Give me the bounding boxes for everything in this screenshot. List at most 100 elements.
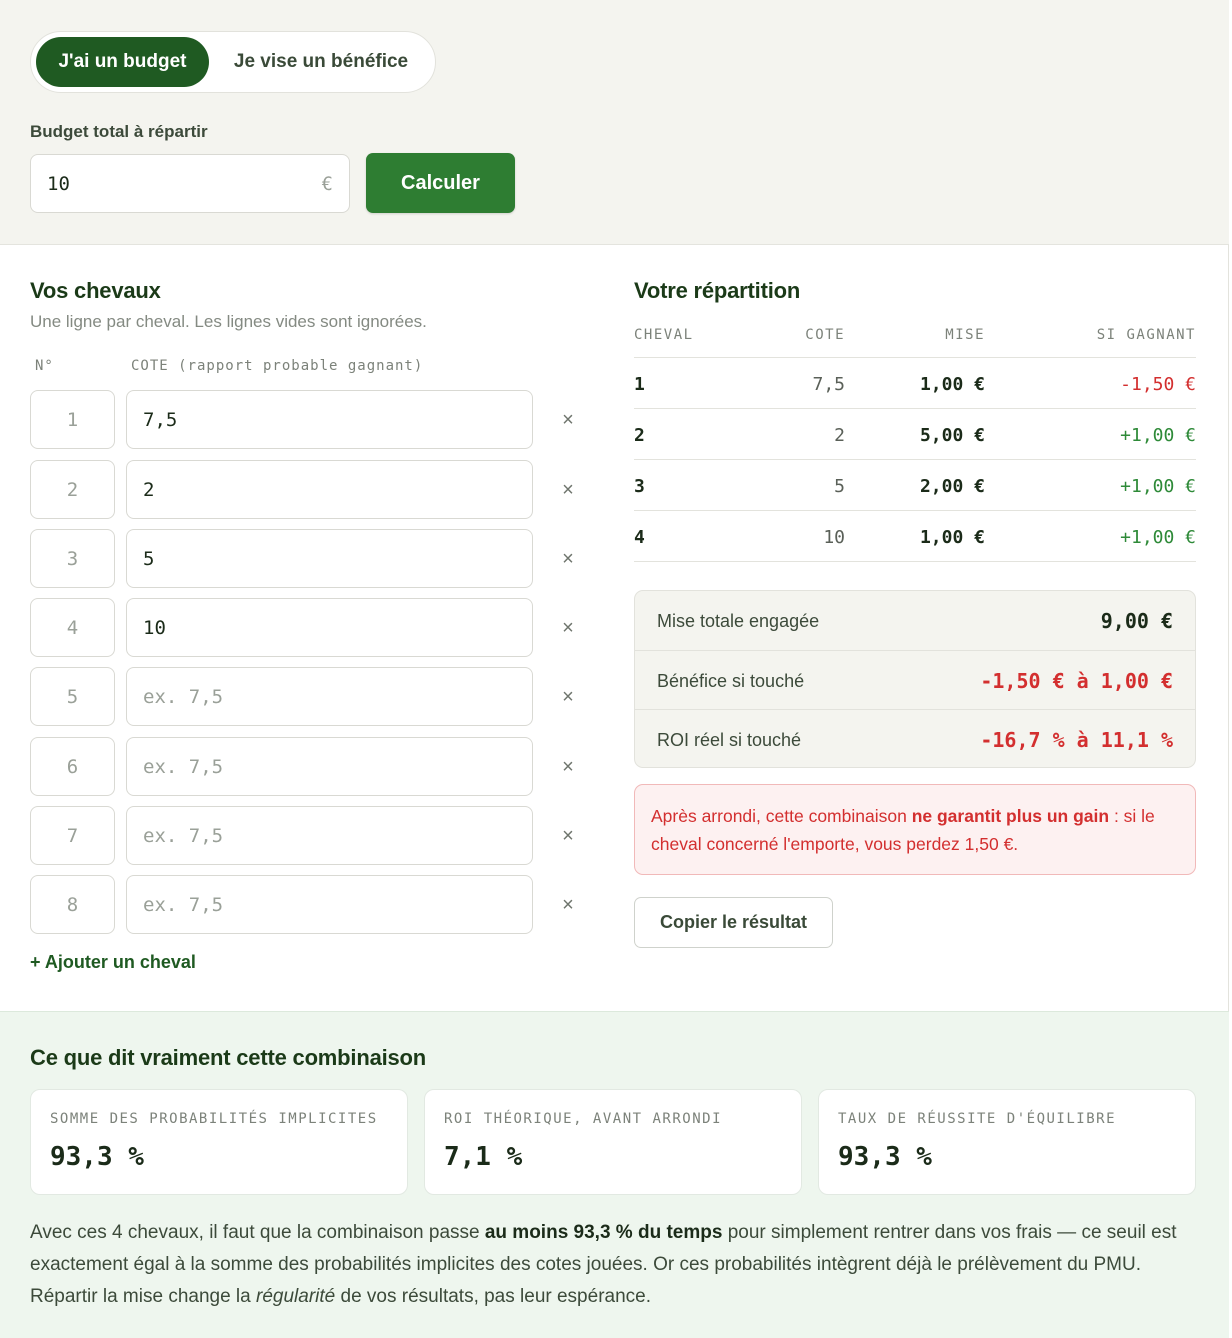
cote-input[interactable]: 5	[126, 529, 533, 588]
warning-text-strong: ne garantit plus un gain	[911, 806, 1110, 826]
horse-number-field: 1	[30, 390, 115, 449]
cell-cheval: 3	[634, 476, 645, 497]
stat-card-value: 93,3 %	[838, 1142, 932, 1172]
horse-number-field: 7	[30, 806, 115, 865]
stat-card-probabilities: SOMME DES PROBABILITÉS IMPLICITES 93,3 %	[30, 1089, 408, 1195]
header-si-gagnant: SI GAGNANT	[1096, 327, 1196, 343]
cote-input[interactable]: ex. 7,5	[126, 737, 533, 796]
cell-mise: 5,00 €	[919, 425, 985, 446]
summary-box: Mise totale engagée 9,00 € Bénéfice si t…	[634, 590, 1196, 768]
horse-number-field: 4	[30, 598, 115, 657]
remove-horse-icon[interactable]: ×	[556, 824, 580, 848]
para-text-italic: régularité	[256, 1286, 336, 1307]
cote-input[interactable]: 2	[126, 460, 533, 519]
cell-cheval: 4	[634, 527, 645, 548]
table-row: 4 10 1,00 € +1,00 €	[634, 511, 1196, 562]
table-row: 1 7,5 1,00 € -1,50 €	[634, 358, 1196, 409]
header-cheval: CHEVAL	[634, 327, 694, 343]
cote-input[interactable]: ex. 7,5	[126, 875, 533, 934]
repartition-table: CHEVAL COTE MISE SI GAGNANT 1 7,5 1,00 € -1…	[634, 324, 1196, 562]
cell-cote: 10	[823, 527, 845, 548]
cell-cheval: 2	[634, 425, 645, 446]
cell-cheval: 1	[634, 374, 645, 395]
horses-subtitle: Une ligne par cheval. Les lignes vides s…	[30, 312, 427, 331]
para-text-3: de vos résultats, pas leur espérance.	[335, 1286, 652, 1307]
cote-input[interactable]: 7,5	[126, 390, 533, 449]
repartition-title: Votre répartition	[634, 278, 801, 303]
analysis-title: Ce que dit vraiment cette combinaison	[30, 1045, 427, 1070]
remove-horse-icon[interactable]: ×	[556, 893, 580, 917]
cote-input[interactable]: 10	[126, 598, 533, 657]
stat-card-break-even: TAUX DE RÉUSSITE D'ÉQUILIBRE 93,3 %	[818, 1089, 1196, 1195]
remove-horse-icon[interactable]: ×	[556, 616, 580, 640]
stat-card-value: 7,1 %	[444, 1142, 523, 1172]
cote-input-value: 2	[143, 479, 155, 501]
remove-horse-icon[interactable]: ×	[556, 685, 580, 709]
horse-number-field: 6	[30, 737, 115, 796]
cote-input-value: 7,5	[143, 409, 178, 431]
column-header-number: N°	[35, 358, 54, 374]
header-cote: COTE	[805, 327, 845, 343]
horses-title: Vos chevaux	[30, 278, 161, 303]
cell-mise: 2,00 €	[919, 476, 985, 497]
cell-cote: 7,5	[812, 374, 845, 395]
stat-card-label: TAUX DE RÉUSSITE D'ÉQUILIBRE	[838, 1111, 1117, 1127]
cote-input[interactable]: ex. 7,5	[126, 806, 533, 865]
cell-mise: 1,00 €	[919, 527, 985, 548]
mode-budget-button[interactable]: J'ai un budget	[36, 37, 209, 87]
cote-input[interactable]: ex. 7,5	[126, 667, 533, 726]
add-horse-link[interactable]: + Ajouter un cheval	[30, 952, 196, 973]
horse-number-field: 5	[30, 667, 115, 726]
mode-toggle: J'ai un budget Je vise un bénéfice	[30, 31, 436, 93]
budget-input[interactable]: 10 €	[30, 154, 350, 213]
mise-totale-value: 9,00 €	[1100, 609, 1173, 633]
remove-horse-icon[interactable]: ×	[556, 755, 580, 779]
header-mise: MISE	[945, 327, 985, 343]
roi-label: ROI réel si touché	[657, 730, 802, 750]
stat-card-label: ROI THÉORIQUE, AVANT ARRONDI	[444, 1111, 723, 1127]
copy-result-button[interactable]: Copier le résultat	[634, 897, 833, 948]
cell-cote: 2	[834, 425, 845, 446]
cell-si-gagnant: +1,00 €	[1120, 527, 1196, 548]
remove-horse-icon[interactable]: ×	[556, 478, 580, 502]
warning-text-start: Après arrondi, cette combinaison	[651, 806, 912, 826]
summary-row-benefice: Bénéfice si touché -1,50 € à 1,00 €	[635, 650, 1195, 709]
horse-number-field: 2	[30, 460, 115, 519]
cell-si-gagnant: +1,00 €	[1120, 476, 1196, 497]
cell-mise: 1,00 €	[919, 374, 985, 395]
stat-card-value: 93,3 %	[50, 1142, 144, 1172]
budget-label: Budget total à répartir	[30, 122, 208, 141]
para-text-bold: au moins 93,3 % du temps	[484, 1222, 723, 1243]
budget-input-value: 10	[47, 173, 70, 195]
para-text-1: Avec ces 4 chevaux, il faut que la combi…	[30, 1222, 485, 1243]
roi-value: -16,7 % à 11,1 %	[980, 728, 1173, 752]
calculate-button[interactable]: Calculer	[366, 153, 515, 213]
remove-horse-icon[interactable]: ×	[556, 408, 580, 432]
remove-horse-icon[interactable]: ×	[556, 547, 580, 571]
cell-si-gagnant: +1,00 €	[1120, 425, 1196, 446]
summary-row-roi: ROI réel si touché -16,7 % à 11,1 %	[635, 709, 1195, 768]
cote-input-placeholder: ex. 7,5	[143, 686, 224, 708]
horse-number-field: 8	[30, 875, 115, 934]
cell-si-gagnant: -1,50 €	[1120, 374, 1196, 395]
mise-totale-label: Mise totale engagée	[657, 611, 820, 631]
table-header: CHEVAL COTE MISE SI GAGNANT	[634, 324, 1196, 358]
horse-number-field: 3	[30, 529, 115, 588]
cote-input-placeholder: ex. 7,5	[143, 894, 224, 916]
table-row: 3 5 2,00 € +1,00 €	[634, 460, 1196, 511]
cote-input-placeholder: ex. 7,5	[143, 825, 224, 847]
benefice-label: Bénéfice si touché	[657, 671, 805, 691]
stat-card-roi: ROI THÉORIQUE, AVANT ARRONDI 7,1 %	[424, 1089, 802, 1195]
summary-row-mise: Mise totale engagée 9,00 €	[635, 591, 1195, 650]
analysis-paragraph: Avec ces 4 chevaux, il faut que la combi…	[30, 1217, 1200, 1313]
cote-input-placeholder: ex. 7,5	[143, 756, 224, 778]
stat-card-label: SOMME DES PROBABILITÉS IMPLICITES	[50, 1111, 378, 1127]
cote-input-value: 10	[143, 617, 166, 639]
budget-panel: J'ai un budget Je vise un bénéfice Budge…	[0, 0, 1229, 245]
table-row: 2 2 5,00 € +1,00 €	[634, 409, 1196, 460]
cell-cote: 5	[834, 476, 845, 497]
cote-input-value: 5	[143, 548, 155, 570]
benefice-value: -1,50 € à 1,00 €	[980, 669, 1173, 693]
euro-unit: €	[321, 173, 333, 195]
mode-profit-button[interactable]: Je vise un bénéfice	[211, 37, 431, 87]
